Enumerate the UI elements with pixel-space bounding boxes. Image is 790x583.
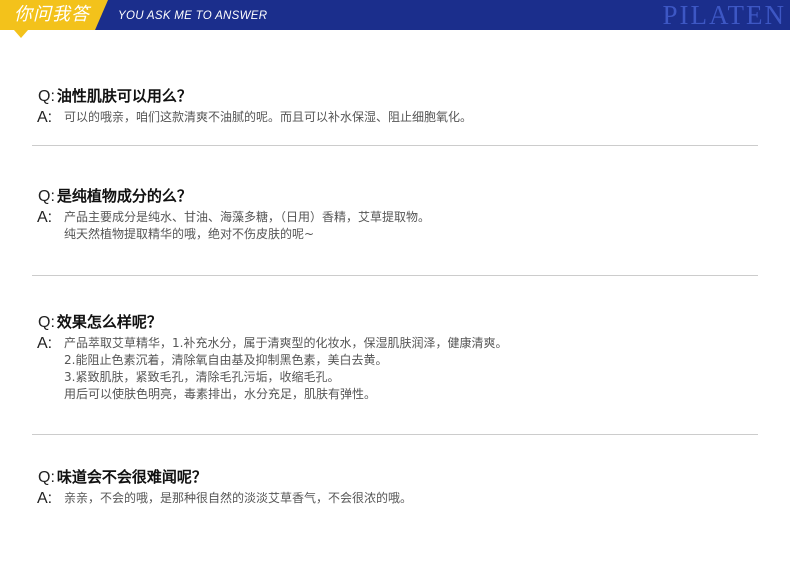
question-line: Q: 效果怎么样呢？ [32, 312, 758, 332]
question-text: 效果怎么样呢？ [56, 313, 162, 331]
answer-line: 亲亲，不会的哦，是那种很自然的淡淡艾草香气，不会很浓的哦。 [64, 491, 413, 505]
answer-block: A: 产品萃取艾草精华，1.补充水分，属于清爽型的化妆水，保湿肌肤润泽，健康清爽… [32, 335, 758, 403]
answer-block: A: 亲亲，不会的哦，是那种很自然的淡淡艾草香气，不会很浓的哦。 [32, 490, 758, 507]
answer-prefix: A: [37, 490, 53, 507]
faq-item: Q: 效果怎么样呢？ A: 产品萃取艾草精华，1.补充水分，属于清爽型的化妆水，保… [32, 312, 758, 403]
question-prefix: Q: [38, 188, 55, 205]
question-prefix: Q: [38, 88, 55, 105]
question-line: Q: 是纯植物成分的么？ [32, 186, 758, 206]
brand-logo: PILATEN [662, 0, 786, 30]
answer-line: 用后可以使肤色明亮，毒素排出，水分充足，肌肤有弹性。 [64, 387, 377, 401]
answer-block: A: 产品主要成分是纯水、甘油、海藻多糖，（日用）香精，艾草提取物。 纯天然植物… [32, 209, 758, 243]
answer-prefix: A: [37, 209, 53, 226]
header-tab-pointer [14, 30, 28, 38]
answer-block: A: 可以的哦亲，咱们这款清爽不油腻的呢。而且可以补水保湿、阻止细胞氧化。 [32, 109, 758, 126]
question-text: 是纯植物成分的么？ [56, 187, 192, 205]
answer-prefix: A: [37, 109, 53, 126]
faq-item: Q: 油性肌肤可以用么？ A: 可以的哦亲，咱们这款清爽不油腻的呢。而且可以补水保… [32, 86, 758, 126]
question-prefix: Q: [38, 469, 55, 486]
answer-line: 产品主要成分是纯水、甘油、海藻多糖，（日用）香精，艾草提取物。 [64, 210, 431, 224]
question-text: 味道会不会很难闻呢？ [56, 468, 207, 486]
answer-line: 2.能阻止色素沉着，清除氧自由基及抑制黑色素，美白去黄。 [64, 353, 388, 367]
question-prefix: Q: [38, 314, 55, 331]
header-title-en: YOU ASK ME TO ANSWER [118, 10, 268, 22]
divider [32, 145, 758, 146]
header-title-cn: 你问我答 [14, 4, 90, 25]
header-bar: 你问我答 YOU ASK ME TO ANSWER PILATEN [0, 0, 790, 30]
answer-line: 可以的哦亲，咱们这款清爽不油腻的呢。而且可以补水保湿、阻止细胞氧化。 [64, 110, 473, 124]
faq-item: Q: 是纯植物成分的么？ A: 产品主要成分是纯水、甘油、海藻多糖，（日用）香精，… [32, 186, 758, 243]
answer-line: 产品萃取艾草精华，1.补充水分，属于清爽型的化妆水，保湿肌肤润泽，健康清爽。 [64, 336, 508, 350]
answer-line: 3.紧致肌肤，紧致毛孔，清除毛孔污垢，收缩毛孔。 [64, 370, 340, 384]
question-text: 油性肌肤可以用么？ [56, 87, 192, 105]
question-line: Q: 味道会不会很难闻呢？ [32, 467, 758, 487]
divider [32, 275, 758, 276]
divider [32, 434, 758, 435]
answer-line: 纯天然植物提取精华的哦，绝对不伤皮肤的呢~ [64, 227, 315, 241]
question-line: Q: 油性肌肤可以用么？ [32, 86, 758, 106]
answer-prefix: A: [37, 335, 53, 352]
faq-item: Q: 味道会不会很难闻呢？ A: 亲亲，不会的哦，是那种很自然的淡淡艾草香气，不会… [32, 467, 758, 507]
